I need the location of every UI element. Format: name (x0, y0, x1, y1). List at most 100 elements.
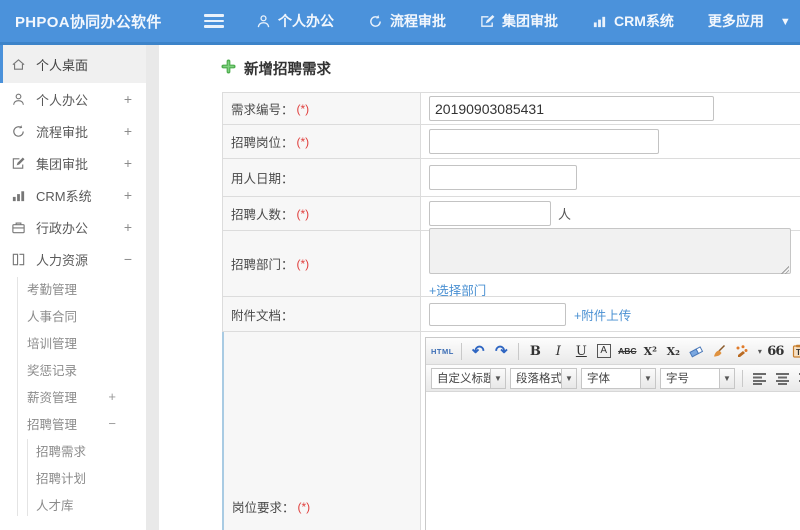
edit-icon (10, 156, 27, 171)
expand-toggle[interactable]: + (124, 155, 132, 171)
sidebar-item-rewards[interactable]: 奖惩记录 (0, 356, 146, 383)
plus-icon (221, 58, 236, 79)
eraser-icon[interactable] (687, 342, 706, 361)
caret-down-icon[interactable]: ▼ (780, 14, 791, 28)
field-value: 人 (421, 197, 800, 230)
superscript-button[interactable]: X² (641, 342, 660, 361)
form-row: 附件文档： +附件上传 (222, 297, 800, 332)
sidebar-item-human-resources[interactable]: 人力资源 − (0, 243, 146, 275)
field-label: 用人日期： (223, 159, 421, 196)
form-row: 招聘人数： (*) 人 (222, 197, 800, 231)
sidebar-item-hr-contract[interactable]: 人事合同 (0, 302, 146, 329)
bold-button[interactable]: B (526, 342, 545, 361)
expand-toggle[interactable]: + (124, 219, 132, 235)
format-painter-icon[interactable] (733, 342, 752, 361)
align-center-icon[interactable] (773, 369, 792, 388)
field-value: HTML ↶ ↷ B I U A ABC X² X₂ ▾ 66 T 自定义标题 … (421, 332, 800, 530)
sidebar-item-salary[interactable]: 薪资管理 + (0, 383, 146, 410)
sidebar-item-label: 个人桌面 (36, 57, 89, 73)
caret-down-icon: ▼ (490, 368, 505, 388)
redo-icon[interactable]: ↷ (492, 342, 511, 361)
date-input[interactable] (429, 165, 577, 190)
attachment-upload-link[interactable]: +附件上传 (574, 305, 631, 324)
chart-icon (10, 188, 27, 203)
user-icon (10, 92, 27, 107)
expand-toggle[interactable]: + (124, 91, 132, 107)
attachment-input[interactable] (429, 302, 566, 326)
editor-content-area[interactable] (426, 392, 800, 530)
sidebar-item-label: 奖惩记录 (27, 364, 78, 378)
resize-handle-icon[interactable] (780, 265, 789, 274)
nav-label: 个人办公 (278, 13, 334, 29)
sidebar-item-recruit-plan[interactable]: 招聘计划 (0, 464, 146, 491)
hamburger-menu-icon[interactable] (204, 14, 224, 28)
nav-label: CRM系统 (614, 13, 674, 29)
required-mark: (*) (296, 206, 310, 221)
paragraph-format-select[interactable]: 段落格式 ▼ (510, 367, 577, 389)
page-title-text: 新增招聘需求 (244, 62, 331, 78)
nav-label: 流程审批 (390, 13, 446, 29)
app-window: PHPOA协同办公软件 个人办公 流程审批 集团审批 CRM系统 更多应用 ▼ … (0, 0, 800, 530)
recruit-demand-form: 需求编号： (*) 招聘岗位： (*) 用人 (222, 92, 800, 530)
sidebar-item-crm-system[interactable]: CRM系统 + (0, 179, 146, 211)
caret-down-icon: ▼ (719, 368, 734, 388)
chart-icon (592, 14, 607, 29)
sidebar-item-talent-pool[interactable]: 人才库 (0, 491, 146, 518)
sidebar-item-attendance[interactable]: 考勤管理 (0, 275, 146, 302)
headcount-input[interactable] (429, 201, 551, 226)
hr-submenu: 考勤管理 人事合同 培训管理 奖惩记录 薪资管理 + 招聘管理 − 招聘需求 招… (0, 275, 146, 518)
field-value (421, 93, 800, 124)
svg-text:T: T (796, 348, 800, 357)
sidebar-item-label: 人事合同 (27, 310, 78, 324)
expand-toggle[interactable]: − (124, 251, 132, 267)
nav-label: 集团审批 (502, 13, 558, 29)
sidebar-item-recruit-demand[interactable]: 招聘需求 (0, 437, 146, 464)
broom-icon[interactable] (710, 342, 729, 361)
sidebar-item-group-approval[interactable]: 集团审批 + (0, 147, 146, 179)
nav-group-approval[interactable]: 集团审批 (480, 11, 558, 31)
font-size-select[interactable]: 字号 ▼ (660, 367, 735, 389)
nav-more-apps[interactable]: 更多应用 (708, 11, 764, 31)
expand-toggle[interactable]: + (124, 123, 132, 139)
italic-button[interactable]: I (549, 342, 568, 361)
required-mark: (*) (296, 134, 310, 149)
underline-button[interactable]: U (572, 342, 591, 361)
expand-toggle[interactable]: − (108, 416, 132, 431)
position-input[interactable] (429, 129, 659, 154)
recruitment-submenu: 招聘需求 招聘计划 人才库 (0, 437, 146, 518)
required-mark: (*) (297, 499, 311, 514)
sidebar-item-workflow-approval[interactable]: 流程审批 + (0, 115, 146, 147)
expand-toggle[interactable]: + (124, 187, 132, 203)
sidebar-item-personal-office[interactable]: 个人办公 + (0, 83, 146, 115)
sidebar-item-admin-office[interactable]: 行政办公 + (0, 211, 146, 243)
font-family-select[interactable]: 字体 ▼ (581, 367, 656, 389)
required-mark: (*) (296, 101, 310, 116)
heading-select[interactable]: 自定义标题 ▼ (431, 367, 506, 389)
subscript-button[interactable]: X₂ (664, 342, 683, 361)
department-textarea[interactable] (429, 228, 791, 274)
quote-icon[interactable]: 66 (766, 342, 785, 361)
nav-personal-office[interactable]: 个人办公 (256, 11, 334, 31)
app-title: PHPOA协同办公软件 (15, 13, 162, 31)
paste-icon[interactable]: T (789, 342, 800, 361)
sidebar-item-training[interactable]: 培训管理 (0, 329, 146, 356)
caret-down-icon[interactable]: ▾ (758, 347, 762, 356)
undo-icon[interactable]: ↶ (469, 342, 488, 361)
caret-down-icon: ▼ (561, 368, 576, 388)
form-row: 岗位要求： (*) HTML ↶ ↷ B I U A ABC X² X₂ ▾ 6… (222, 332, 800, 530)
sidebar-item-label: 人才库 (36, 499, 74, 513)
html-source-button[interactable]: HTML (431, 342, 454, 361)
sidebar-item-recruitment[interactable]: 招聘管理 − (0, 410, 146, 437)
sidebar-item-label: 考勤管理 (27, 283, 78, 297)
font-style-button[interactable]: A (597, 344, 612, 358)
align-left-icon[interactable] (750, 369, 769, 388)
strikethrough-button[interactable]: ABC (618, 342, 637, 361)
rich-text-editor: HTML ↶ ↷ B I U A ABC X² X₂ ▾ 66 T 自定义标题 … (425, 337, 800, 530)
demand-number-input[interactable] (429, 96, 714, 121)
align-right-icon[interactable] (796, 369, 800, 388)
field-value: +附件上传 (421, 297, 800, 331)
expand-toggle[interactable]: + (108, 389, 132, 404)
sidebar-item-personal-desktop[interactable]: 个人桌面 (0, 45, 146, 83)
nav-crm-system[interactable]: CRM系统 (592, 11, 674, 31)
nav-workflow-approval[interactable]: 流程审批 (368, 11, 446, 31)
